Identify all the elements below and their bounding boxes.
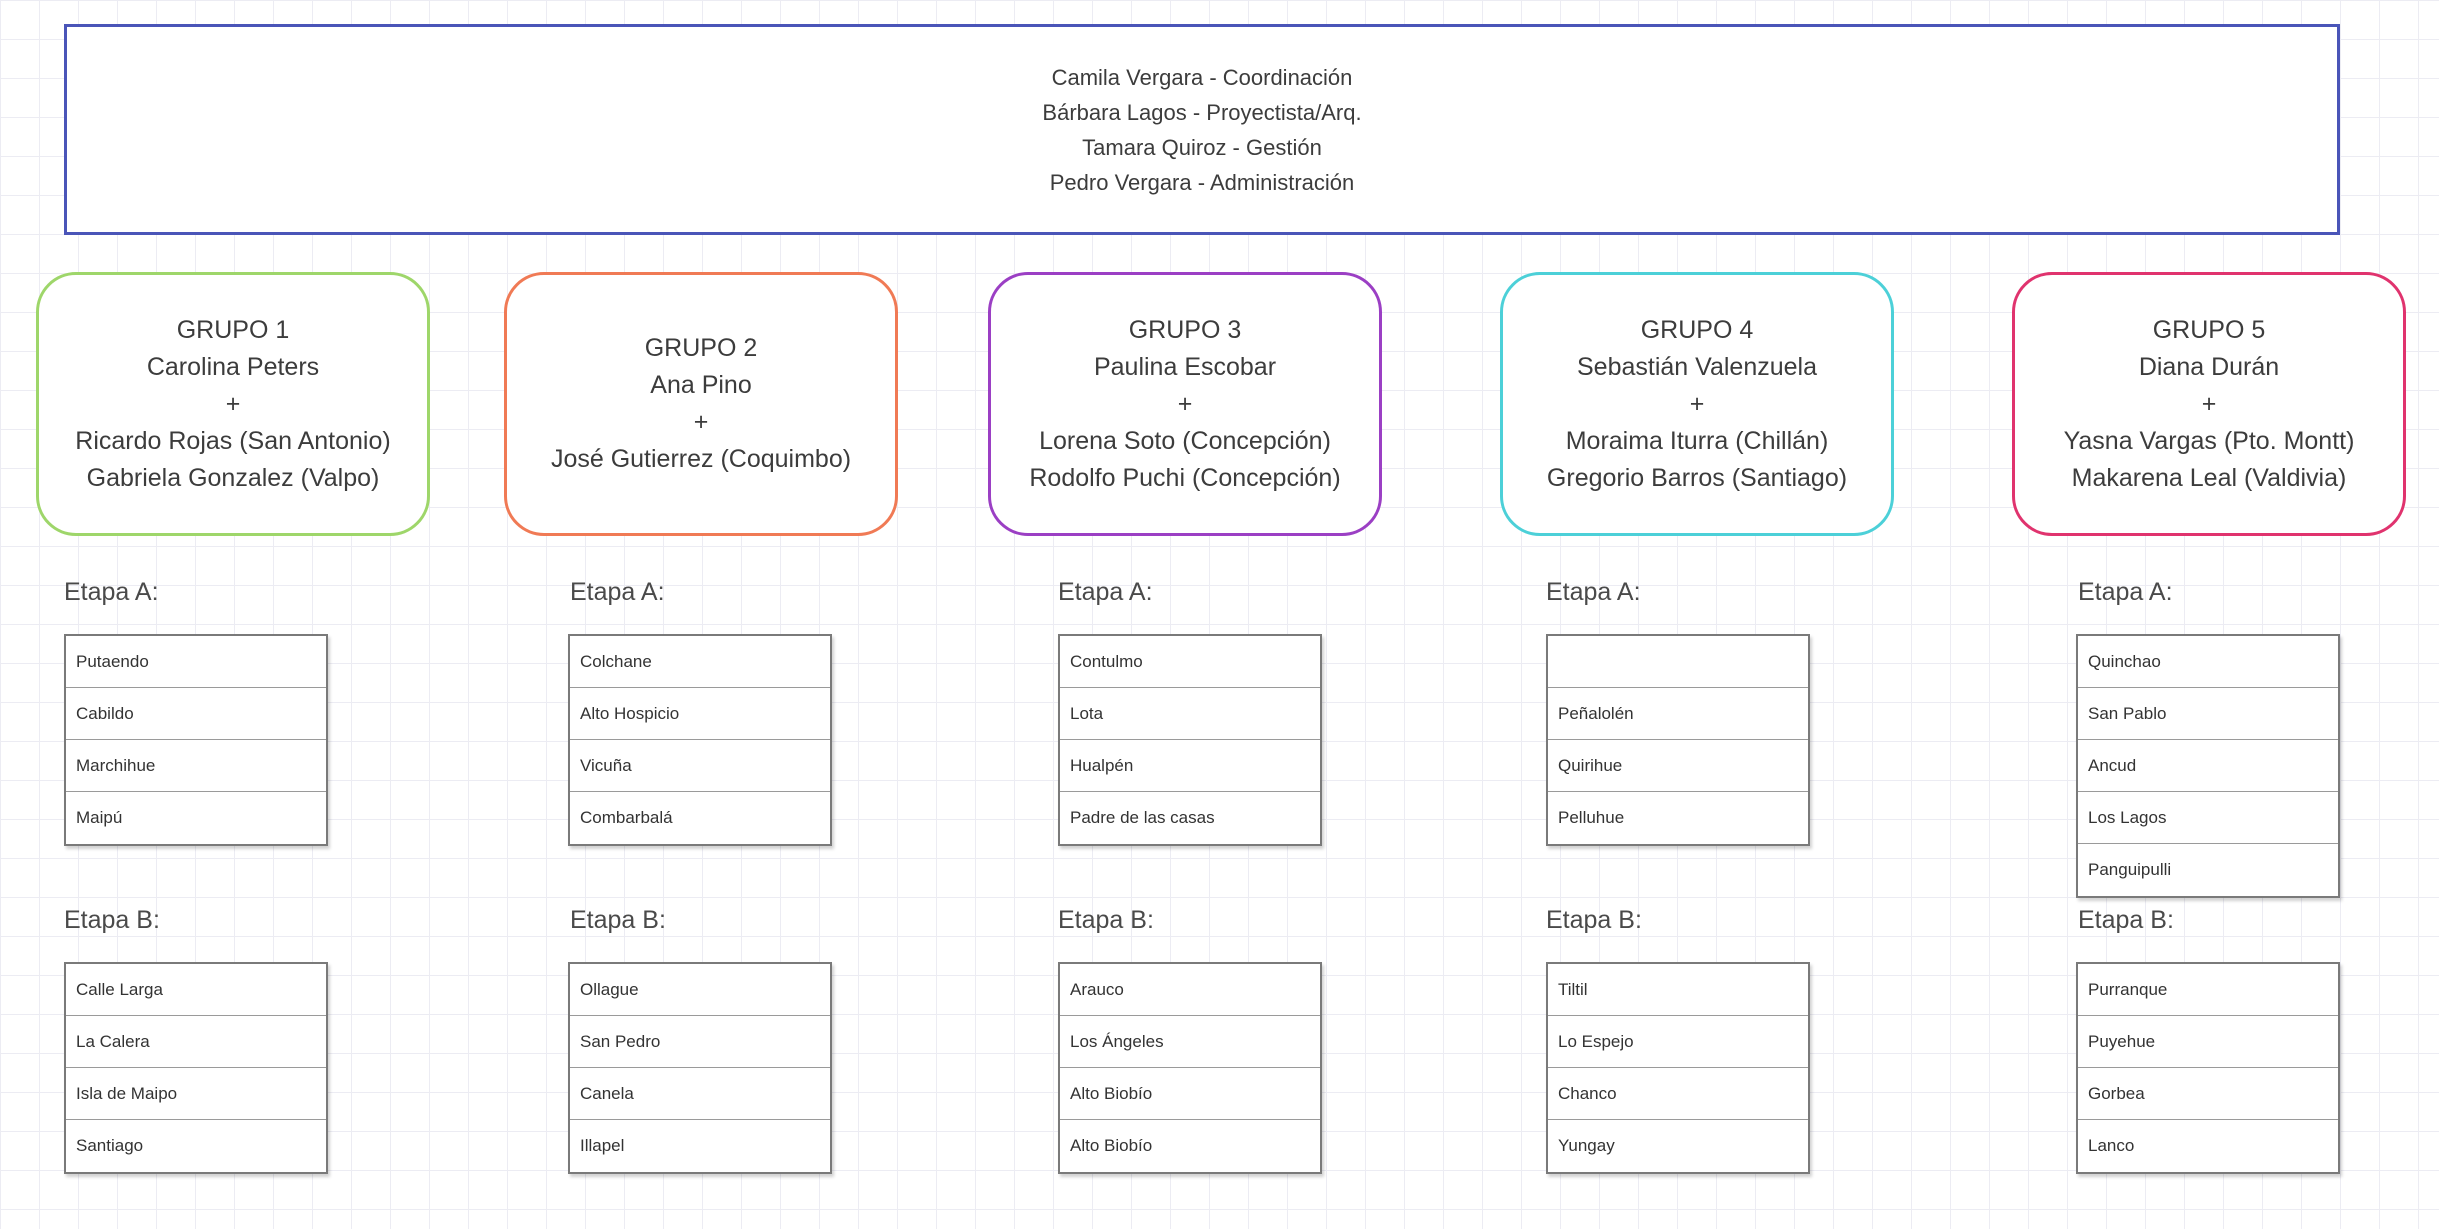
table-row[interactable]: Marchihue xyxy=(66,740,326,792)
group-member-line: Gabriela Gonzalez (Valpo) xyxy=(86,463,380,492)
group-2-stage-b-label: Etapa B: xyxy=(570,906,666,934)
group-member-line: + xyxy=(1689,389,1705,418)
group-2-stage-b-table[interactable]: Ollague San Pedro Canela Illapel xyxy=(568,962,832,1174)
table-row[interactable]: Ancud xyxy=(2078,740,2338,792)
table-row[interactable]: Maipú xyxy=(66,792,326,844)
table-row[interactable]: Alto Biobío xyxy=(1060,1120,1320,1172)
table-row[interactable]: Los Ángeles xyxy=(1060,1016,1320,1068)
group-1-stage-a-label: Etapa A: xyxy=(64,578,159,606)
table-row[interactable] xyxy=(1548,636,1808,688)
table-row[interactable]: Puyehue xyxy=(2078,1016,2338,1068)
table-row[interactable]: San Pablo xyxy=(2078,688,2338,740)
table-row[interactable]: Alto Biobío xyxy=(1060,1068,1320,1120)
table-row[interactable]: Chanco xyxy=(1548,1068,1808,1120)
group-member-line: Paulina Escobar xyxy=(1093,352,1277,381)
group-1-stage-b-table[interactable]: Calle Larga La Calera Isla de Maipo Santiag… xyxy=(64,962,328,1174)
group-2-stage-a-label: Etapa A: xyxy=(570,578,665,606)
group-title: GRUPO 4 xyxy=(1640,315,1754,344)
group-title: GRUPO 5 xyxy=(2152,315,2266,344)
coordination-line: Camila Vergara - Coordinación xyxy=(1051,64,1353,90)
group-member-line: Yasna Vargas (Pto. Montt) xyxy=(2063,426,2355,455)
table-row[interactable]: Cabildo xyxy=(66,688,326,740)
table-row[interactable]: Quirihue xyxy=(1548,740,1808,792)
group-member-line: + xyxy=(225,389,241,418)
group-5-card[interactable]: GRUPO 5 Diana Durán + Yasna Vargas (Pto. Mo… xyxy=(2012,272,2406,536)
coordination-line: Tamara Quiroz - Gestión xyxy=(1082,134,1322,160)
group-1-stage-b-label: Etapa B: xyxy=(64,906,160,934)
group-member-line: Rodolfo Puchi (Concepción) xyxy=(1029,463,1341,492)
group-4-stage-a-label: Etapa A: xyxy=(1546,578,1641,606)
group-5-stage-a-table[interactable]: Quinchao San Pablo Ancud Los Lagos Panguipul… xyxy=(2076,634,2340,898)
table-row[interactable]: Lota xyxy=(1060,688,1320,740)
table-row[interactable]: Putaendo xyxy=(66,636,326,688)
group-member-line: Moraima Iturra (Chillán) xyxy=(1565,426,1829,455)
org-board: Camila Vergara - Coordinación Bárbara La… xyxy=(0,0,2439,1229)
group-member-line: José Gutierrez (Coquimbo) xyxy=(550,445,852,473)
table-row[interactable]: Ollague xyxy=(570,964,830,1016)
table-row[interactable]: Panguipulli xyxy=(2078,844,2338,896)
group-3-card[interactable]: GRUPO 3 Paulina Escobar + Lorena Soto (Conc… xyxy=(988,272,1382,536)
table-row[interactable]: Lanco xyxy=(2078,1120,2338,1172)
group-member-line: + xyxy=(693,408,709,436)
table-row[interactable]: Pelluhue xyxy=(1548,792,1808,844)
coordination-line: Bárbara Lagos - Proyectista/Arq. xyxy=(1042,99,1362,125)
group-4-stage-b-label: Etapa B: xyxy=(1546,906,1642,934)
group-5-stage-a-label: Etapa A: xyxy=(2078,578,2173,606)
group-4-stage-b-table[interactable]: Tiltil Lo Espejo Chanco Yungay xyxy=(1546,962,1810,1174)
table-row[interactable]: Purranque xyxy=(2078,964,2338,1016)
group-3-stage-b-label: Etapa B: xyxy=(1058,906,1154,934)
group-title: GRUPO 2 xyxy=(644,334,758,362)
table-row[interactable]: Illapel xyxy=(570,1120,830,1172)
group-3-stage-a-table[interactable]: Contulmo Lota Hualpén Padre de las casas xyxy=(1058,634,1322,846)
group-2-stage-a-table[interactable]: Colchane Alto Hospicio Vicuña Combarbalá xyxy=(568,634,832,846)
table-row[interactable]: Peñalolén xyxy=(1548,688,1808,740)
group-member-line: Ricardo Rojas (San Antonio) xyxy=(75,426,391,455)
table-row[interactable]: Arauco xyxy=(1060,964,1320,1016)
table-row[interactable]: Tiltil xyxy=(1548,964,1808,1016)
table-row[interactable]: Contulmo xyxy=(1060,636,1320,688)
table-row[interactable]: Vicuña xyxy=(570,740,830,792)
table-row[interactable]: La Calera xyxy=(66,1016,326,1068)
coordination-frame[interactable]: Camila Vergara - Coordinación Bárbara La… xyxy=(64,24,2340,235)
group-1-stage-a-table[interactable]: Putaendo Cabildo Marchihue Maipú xyxy=(64,634,328,846)
group-3-stage-b-table[interactable]: Arauco Los Ángeles Alto Biobío Alto Biobío xyxy=(1058,962,1322,1174)
group-5-stage-b-table[interactable]: Purranque Puyehue Gorbea Lanco xyxy=(2076,962,2340,1174)
table-row[interactable]: Yungay xyxy=(1548,1120,1808,1172)
group-member-line: + xyxy=(1177,389,1193,418)
table-row[interactable]: Calle Larga xyxy=(66,964,326,1016)
group-4-stage-a-table[interactable]: Peñalolén Quirihue Pelluhue xyxy=(1546,634,1810,846)
table-row[interactable]: Combarbalá xyxy=(570,792,830,844)
group-member-line: Lorena Soto (Concepción) xyxy=(1039,426,1331,455)
table-row[interactable]: Los Lagos xyxy=(2078,792,2338,844)
group-4-card[interactable]: GRUPO 4 Sebastián Valenzuela + Moraima Itur… xyxy=(1500,272,1894,536)
group-title: GRUPO 1 xyxy=(176,315,290,344)
table-row[interactable]: Quinchao xyxy=(2078,636,2338,688)
table-row[interactable]: Isla de Maipo xyxy=(66,1068,326,1120)
group-member-line: Carolina Peters xyxy=(146,352,320,381)
group-1-card[interactable]: GRUPO 1 Carolina Peters + Ricardo Rojas (Sa… xyxy=(36,272,430,536)
group-3-stage-a-label: Etapa A: xyxy=(1058,578,1153,606)
table-row[interactable]: Gorbea xyxy=(2078,1068,2338,1120)
group-member-line: Sebastián Valenzuela xyxy=(1577,352,1817,381)
table-row[interactable]: Lo Espejo xyxy=(1548,1016,1808,1068)
table-row[interactable]: Colchane xyxy=(570,636,830,688)
table-row[interactable]: Padre de las casas xyxy=(1060,792,1320,844)
table-row[interactable]: Canela xyxy=(570,1068,830,1120)
group-member-line: + xyxy=(2201,389,2217,418)
table-row[interactable]: Hualpén xyxy=(1060,740,1320,792)
group-member-line: Ana Pino xyxy=(650,371,752,399)
table-row[interactable]: Santiago xyxy=(66,1120,326,1172)
group-member-line: Diana Durán xyxy=(2138,352,2280,381)
coordination-line: Pedro Vergara - Administración xyxy=(1049,169,1355,195)
group-title: GRUPO 3 xyxy=(1128,315,1242,344)
group-5-stage-b-label: Etapa B: xyxy=(2078,906,2174,934)
table-row[interactable]: Alto Hospicio xyxy=(570,688,830,740)
group-member-line: Gregorio Barros (Santiago) xyxy=(1546,463,1848,492)
table-row[interactable]: San Pedro xyxy=(570,1016,830,1068)
group-2-card[interactable]: GRUPO 2 Ana Pino + José Gutierrez (Coquimbo… xyxy=(504,272,898,536)
group-member-line: Makarena Leal (Valdivia) xyxy=(2071,463,2347,492)
